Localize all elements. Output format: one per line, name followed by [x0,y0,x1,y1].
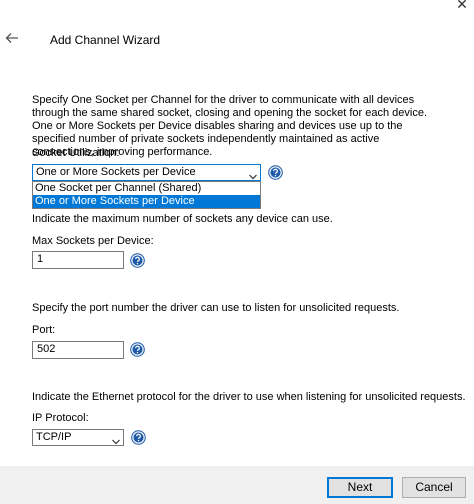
next-button[interactable]: Next [327,477,393,498]
cancel-button[interactable]: Cancel [402,477,466,498]
port-input[interactable]: 502 [32,341,124,359]
wizard-title: Add Channel Wizard [50,33,161,47]
port-description: Specify the port number the driver can u… [32,302,400,314]
help-icon[interactable] [130,342,145,357]
max-sockets-description: Indicate the maximum number of sockets a… [32,213,333,225]
help-icon[interactable] [130,253,145,268]
chevron-down-icon [112,435,120,445]
chevron-down-icon [249,170,257,180]
port-label: Port: [32,324,56,336]
socket-utilization-label: Socket Utilization: [32,147,120,159]
socket-utilization-select[interactable]: One or More Sockets per Device [32,164,261,181]
close-icon[interactable]: ✕ [450,0,474,14]
socket-utilization-value: One or More Sockets per Device [36,166,196,178]
option-one-or-more-sockets[interactable]: One or More Sockets per Device [33,195,260,208]
wizard-footer: Next Cancel [0,466,474,504]
ip-protocol-select[interactable]: TCP/IP [32,429,124,446]
help-icon[interactable] [131,430,146,445]
socket-utilization-options: One Socket per Channel (Shared) One or M… [32,181,261,209]
ip-protocol-description: Indicate the Ethernet protocol for the d… [32,391,466,403]
max-sockets-label: Max Sockets per Device: [32,235,154,247]
option-one-socket-per-channel[interactable]: One Socket per Channel (Shared) [33,182,260,195]
ip-protocol-value: TCP/IP [36,431,72,443]
help-icon[interactable] [268,165,283,180]
back-arrow-icon[interactable] [4,30,20,46]
ip-protocol-label: IP Protocol: [32,412,89,424]
max-sockets-input[interactable]: 1 [32,251,124,269]
